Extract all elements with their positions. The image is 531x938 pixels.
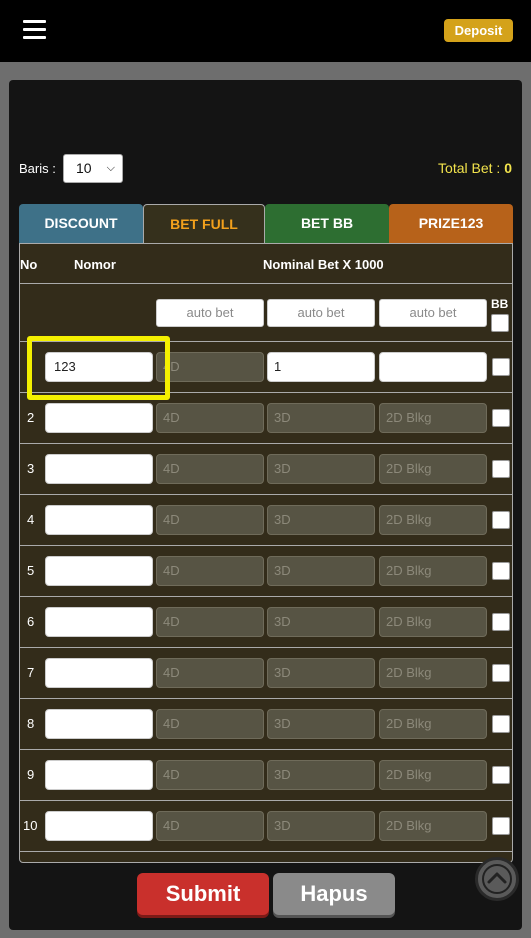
nomor-input[interactable] <box>45 760 153 790</box>
bet-3d-input[interactable]: 1 <box>267 352 375 382</box>
tab-bet-bb[interactable]: BET BB <box>265 204 389 243</box>
bet-3d-input[interactable]: 3D <box>267 556 375 586</box>
auto-bet-row: auto bet auto bet auto bet BB <box>20 284 512 342</box>
bet-3d-input[interactable]: 3D <box>267 709 375 739</box>
bb-checkbox[interactable] <box>492 766 510 784</box>
bet-4d-input[interactable]: 4D <box>156 505 264 535</box>
baris-label: Baris : <box>19 161 56 176</box>
bet-2d-input[interactable] <box>379 352 487 382</box>
bb-label: BB <box>491 297 509 311</box>
table-row: 8 4D 3D 2D Blkg <box>20 699 512 750</box>
bet-4d-input[interactable]: 4D <box>156 709 264 739</box>
auto-bet-3d-input[interactable]: auto bet <box>267 299 375 327</box>
bet-2d-input[interactable]: 2D Blkg <box>379 658 487 688</box>
total-bet-label: Total Bet : <box>438 160 501 176</box>
bb-checkbox[interactable] <box>492 562 510 580</box>
table-row: 6 4D 3D 2D Blkg <box>20 597 512 648</box>
top-bar: Deposit <box>0 0 531 62</box>
table-row: 3 4D 3D 2D Blkg <box>20 444 512 495</box>
total-bet-value: 0 <box>504 160 512 176</box>
row-number: 7 <box>27 665 35 680</box>
bet-2d-input[interactable]: 2D Blkg <box>379 709 487 739</box>
bb-checkbox[interactable] <box>492 511 510 529</box>
nomor-input[interactable] <box>45 403 153 433</box>
deposit-button[interactable]: Deposit <box>444 19 513 42</box>
submit-button[interactable]: Submit <box>137 873 269 915</box>
nomor-input[interactable]: 123 <box>45 352 153 382</box>
bet-4d-input[interactable]: 4D <box>156 658 264 688</box>
tab-bet-full[interactable]: BET FULL <box>143 204 265 243</box>
bet-tabs: DISCOUNT BET FULL BET BB PRIZE123 <box>19 204 513 243</box>
table-row: 123 4D 1 <box>20 342 512 393</box>
bb-checkbox[interactable] <box>492 715 510 733</box>
bb-select-all-checkbox[interactable] <box>491 314 509 332</box>
bet-4d-input[interactable]: 4D <box>156 454 264 484</box>
col-nominal: Nominal Bet X 1000 <box>263 257 384 272</box>
nomor-input[interactable] <box>45 709 153 739</box>
bet-4d-input[interactable]: 4D <box>156 403 264 433</box>
table-row: 10 4D 3D 2D Blkg <box>20 801 512 852</box>
row-number: 4 <box>27 512 35 527</box>
table-row: 2 4D 3D 2D Blkg <box>20 393 512 444</box>
row-number: 3 <box>27 461 35 476</box>
table-row: 9 4D 3D 2D Blkg <box>20 750 512 801</box>
bet-4d-input[interactable]: 4D <box>156 556 264 586</box>
bb-checkbox[interactable] <box>492 817 510 835</box>
nomor-input[interactable] <box>45 811 153 841</box>
chevron-up-icon <box>482 864 512 894</box>
row-number: 10 <box>23 818 38 833</box>
total-bet: Total Bet : 0 <box>438 160 512 176</box>
tab-discount[interactable]: DISCOUNT <box>19 204 143 243</box>
bet-3d-input[interactable]: 3D <box>267 403 375 433</box>
nomor-input[interactable] <box>45 658 153 688</box>
bb-checkbox[interactable] <box>492 358 510 376</box>
bet-2d-input[interactable]: 2D Blkg <box>379 403 487 433</box>
bet-3d-input[interactable]: 3D <box>267 607 375 637</box>
table-header: No Nomor Nominal Bet X 1000 <box>20 244 512 284</box>
bet-2d-input[interactable]: 2D Blkg <box>379 811 487 841</box>
nomor-input[interactable] <box>45 505 153 535</box>
bet-2d-input[interactable]: 2D Blkg <box>379 505 487 535</box>
bb-checkbox[interactable] <box>492 664 510 682</box>
bb-checkbox[interactable] <box>492 409 510 427</box>
tab-prize123[interactable]: PRIZE123 <box>389 204 513 243</box>
bet-4d-input[interactable]: 4D <box>156 352 264 382</box>
bet-3d-input[interactable]: 3D <box>267 760 375 790</box>
bet-2d-input[interactable]: 2D Blkg <box>379 454 487 484</box>
col-no: No <box>20 257 38 272</box>
bet-4d-input[interactable]: 4D <box>156 811 264 841</box>
table-row: 5 4D 3D 2D Blkg <box>20 546 512 597</box>
nomor-input[interactable] <box>45 454 153 484</box>
baris-select[interactable]: 10 ⌵ <box>63 154 123 183</box>
row-number: 8 <box>27 716 35 731</box>
hamburger-icon[interactable] <box>23 20 46 39</box>
bet-2d-input[interactable]: 2D Blkg <box>379 760 487 790</box>
table-row: 4 4D 3D 2D Blkg <box>20 495 512 546</box>
baris-value: 10 <box>76 160 92 176</box>
bb-checkbox[interactable] <box>492 613 510 631</box>
bet-2d-input[interactable]: 2D Blkg <box>379 556 487 586</box>
row-number: 9 <box>27 767 35 782</box>
auto-bet-2d-input[interactable]: auto bet <box>379 299 487 327</box>
bet-4d-input[interactable]: 4D <box>156 760 264 790</box>
bet-4d-input[interactable]: 4D <box>156 607 264 637</box>
bet-2d-input[interactable]: 2D Blkg <box>379 607 487 637</box>
bet-3d-input[interactable]: 3D <box>267 658 375 688</box>
hapus-button[interactable]: Hapus <box>273 873 395 915</box>
auto-bet-4d-input[interactable]: auto bet <box>156 299 264 327</box>
bb-checkbox[interactable] <box>492 460 510 478</box>
chevron-down-icon: ⌵ <box>106 162 115 174</box>
row-number: 6 <box>27 614 35 629</box>
bet-3d-input[interactable]: 3D <box>267 505 375 535</box>
table-row: 7 4D 3D 2D Blkg <box>20 648 512 699</box>
bet-table: No Nomor Nominal Bet X 1000 auto bet aut… <box>19 243 513 863</box>
bet-3d-input[interactable]: 3D <box>267 454 375 484</box>
bet-3d-input[interactable]: 3D <box>267 811 375 841</box>
row-number: 2 <box>27 410 35 425</box>
col-nomor: Nomor <box>74 257 116 272</box>
nomor-input[interactable] <box>45 556 153 586</box>
nomor-input[interactable] <box>45 607 153 637</box>
scroll-to-top-button[interactable] <box>475 857 519 901</box>
row-number: 5 <box>27 563 35 578</box>
